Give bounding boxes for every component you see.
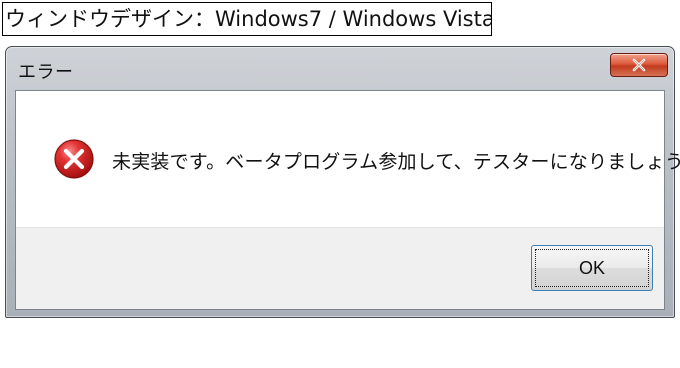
error-dialog-window: エラー 未実装です。ベータプログラム参加して、テスターになりましょう。 OK <box>5 46 680 318</box>
error-message: 未実装です。ベータプログラム参加して、テスターになりましょう。 <box>112 151 680 173</box>
ok-button-label: OK <box>578 257 605 278</box>
title-bar[interactable]: エラー <box>6 47 674 87</box>
button-bar: OK <box>16 227 664 309</box>
ok-button[interactable]: OK <box>531 245 653 291</box>
close-button[interactable] <box>610 53 668 77</box>
window-design-caption: ウィンドウデザイン：Windows7 / Windows Vista <box>2 2 492 36</box>
close-icon <box>632 58 646 72</box>
message-area: 未実装です。ベータプログラム参加して、テスターになりましょう。 <box>16 91 680 227</box>
dialog-content: 未実装です。ベータプログラム参加して、テスターになりましょう。 OK <box>15 90 680 310</box>
error-icon <box>54 139 94 179</box>
dialog-title: エラー <box>18 62 74 83</box>
